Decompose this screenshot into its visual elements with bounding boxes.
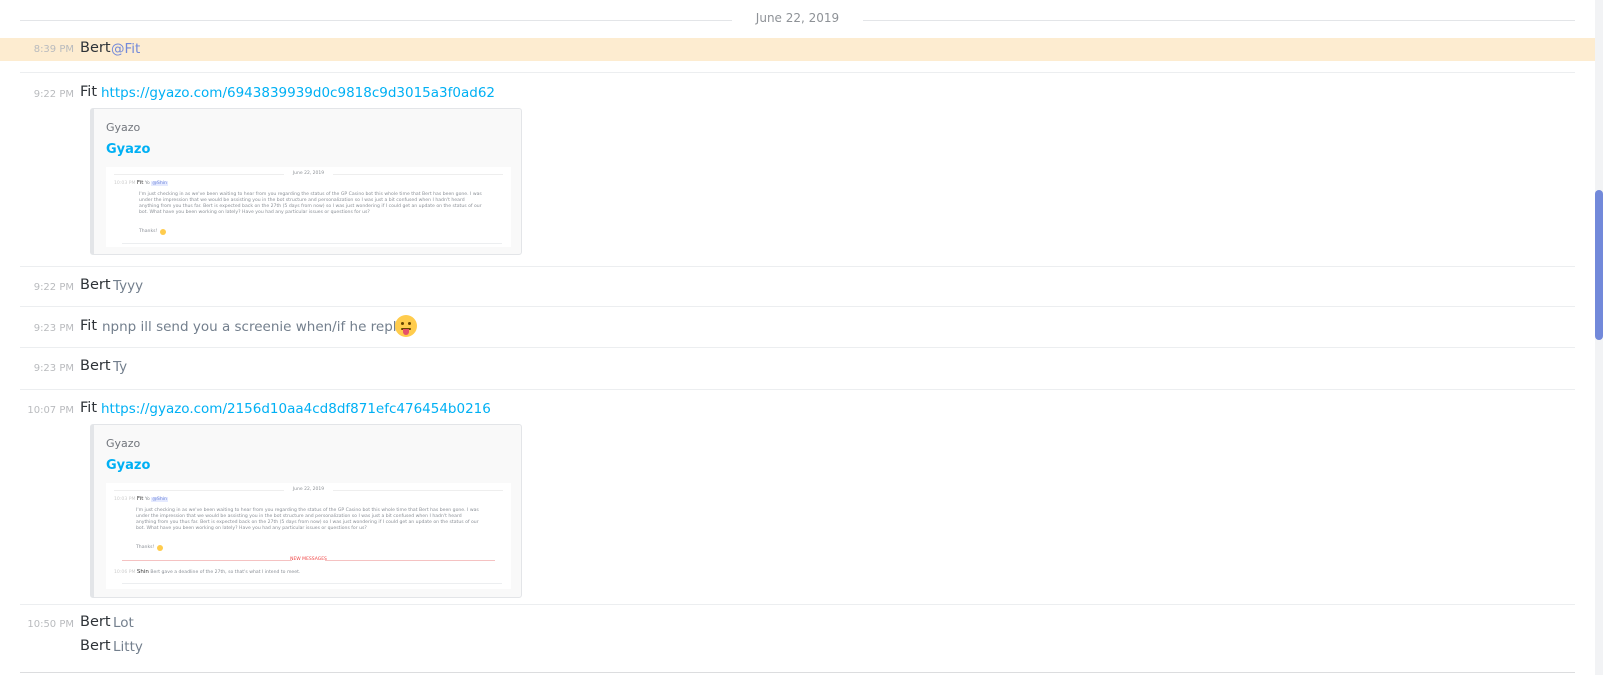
link-embed: Gyazo Gyazo June 22, 2019 10:03 PM Fit Y…	[90, 424, 522, 598]
message-separator	[20, 347, 1575, 348]
message-link[interactable]: https://gyazo.com/6943839939d0c9818c9d30…	[101, 85, 495, 101]
divider-line	[20, 20, 732, 21]
message-author[interactable]: Fit	[80, 400, 97, 416]
thumb-author: Fit	[136, 496, 144, 502]
message-content: Ty	[113, 359, 128, 375]
thumb-separator	[122, 243, 502, 244]
message-separator	[20, 389, 1575, 390]
thumb-separator	[122, 583, 502, 584]
message-content: npnp ill send you a screenie when/if he …	[102, 319, 416, 335]
message-timestamp[interactable]: 9:22 PM	[0, 89, 74, 100]
thumb-line: bot. What have you been working on latel…	[136, 526, 367, 531]
link-embed: Gyazo Gyazo June 22, 2019 10:03 PM Fit Y…	[90, 108, 522, 255]
message-author[interactable]: Fit	[80, 84, 97, 100]
new-messages-divider: NEW MESSAGES	[106, 557, 511, 562]
thumb-timestamp: 10:03 PM	[114, 181, 136, 186]
embed-provider[interactable]: Gyazo	[106, 437, 140, 450]
thumb-date-divider: June 22, 2019	[106, 171, 511, 176]
thumb-thanks: Thanks!	[139, 229, 158, 234]
thumb-author: Fit	[136, 180, 144, 186]
message-group[interactable]: 8:39 PM Bert @Fit	[0, 38, 1595, 61]
thumb-reply: 10:06 PM Shin Bert gave a deadline of th…	[114, 569, 300, 576]
message-timestamp[interactable]: 9:23 PM	[0, 323, 74, 334]
thumb-thanks: Thanks!	[136, 545, 155, 550]
message-author[interactable]: Bert	[80, 358, 111, 374]
message-timestamp[interactable]: 10:07 PM	[0, 405, 74, 416]
message-separator	[20, 72, 1575, 73]
message-content: Lot	[113, 615, 134, 631]
user-mention[interactable]: @Fit	[111, 41, 140, 57]
message-separator	[20, 604, 1575, 605]
chat-messages-pane[interactable]: June 22, 2019 8:39 PM Bert @Fit 9:22 PM …	[0, 0, 1595, 675]
message-group[interactable]: 10:07 PM Fit https://gyazo.com/2156d10aa…	[0, 398, 1595, 608]
message-group[interactable]: 9:22 PM Bert Tyyy	[0, 276, 1595, 298]
thumb-line: bot. What have you been working on latel…	[139, 210, 370, 215]
message-group[interactable]: 9:23 PM Fit npnp ill send you a screenie…	[0, 315, 1595, 339]
thumb-mention: @Shin	[151, 181, 168, 186]
thumb-message-header: 10:03 PM Fit Yo @Shin	[114, 180, 168, 187]
date-divider-label: June 22, 2019	[755, 11, 840, 25]
stuck-out-tongue-icon[interactable]	[395, 315, 417, 337]
message-author[interactable]: Fit	[80, 318, 97, 334]
message-timestamp[interactable]: 10:50 PM	[0, 619, 74, 630]
scrollbar-thumb[interactable]	[1595, 190, 1603, 340]
thumb-reply-timestamp: 10:06 PM	[114, 570, 136, 575]
embed-title-link[interactable]: Gyazo	[106, 458, 150, 473]
message-link[interactable]: https://gyazo.com/2156d10aa4cd8df871efc4…	[101, 401, 491, 417]
message-separator	[20, 672, 1575, 673]
message-timestamp[interactable]: 9:23 PM	[0, 363, 74, 374]
embed-title-link[interactable]: Gyazo	[106, 142, 150, 157]
message-group[interactable]: 9:23 PM Bert Ty	[0, 357, 1595, 379]
message-timestamp[interactable]: 8:39 PM	[0, 44, 74, 55]
thumb-message-header: 10:03 PM Fit Yo @Shin	[114, 496, 168, 503]
message-content: Tyyy	[113, 278, 144, 294]
thumb-prefix: Yo	[144, 181, 150, 186]
grinning-emoji-icon	[160, 229, 166, 235]
message-timestamp[interactable]: 9:22 PM	[0, 282, 74, 293]
embed-image[interactable]: June 22, 2019 10:03 PM Fit Yo @Shin I'm …	[106, 167, 511, 247]
grinning-emoji-icon	[157, 545, 163, 551]
embed-image[interactable]: June 22, 2019 10:03 PM Fit Yo @Shin I'm …	[106, 483, 511, 589]
message-content: Litty	[113, 639, 143, 655]
embed-provider[interactable]: Gyazo	[106, 121, 140, 134]
message-group[interactable]: 9:22 PM Fit https://gyazo.com/6943839939…	[0, 82, 1595, 262]
message-group[interactable]: Bert Litty	[0, 637, 1595, 659]
thumb-date-divider: June 22, 2019	[106, 487, 511, 492]
message-group[interactable]: 10:50 PM Bert Lot	[0, 613, 1595, 635]
message-author[interactable]: Bert	[80, 277, 111, 293]
divider-line	[863, 20, 1575, 21]
message-author[interactable]: Bert	[80, 638, 111, 654]
message-separator	[20, 266, 1575, 267]
message-author[interactable]: Bert	[80, 40, 111, 56]
date-divider: June 22, 2019	[20, 10, 1575, 28]
thumb-reply-author: Shin	[136, 569, 149, 575]
message-author[interactable]: Bert	[80, 614, 111, 630]
thumb-prefix: Yo	[144, 497, 150, 502]
message-separator	[20, 306, 1575, 307]
thumb-timestamp: 10:03 PM	[114, 497, 136, 502]
thumb-reply-text: Bert gave a deadline of the 27th, so tha…	[150, 570, 301, 575]
thumb-mention: @Shin	[151, 497, 168, 502]
scrollbar-track[interactable]	[1595, 0, 1603, 675]
